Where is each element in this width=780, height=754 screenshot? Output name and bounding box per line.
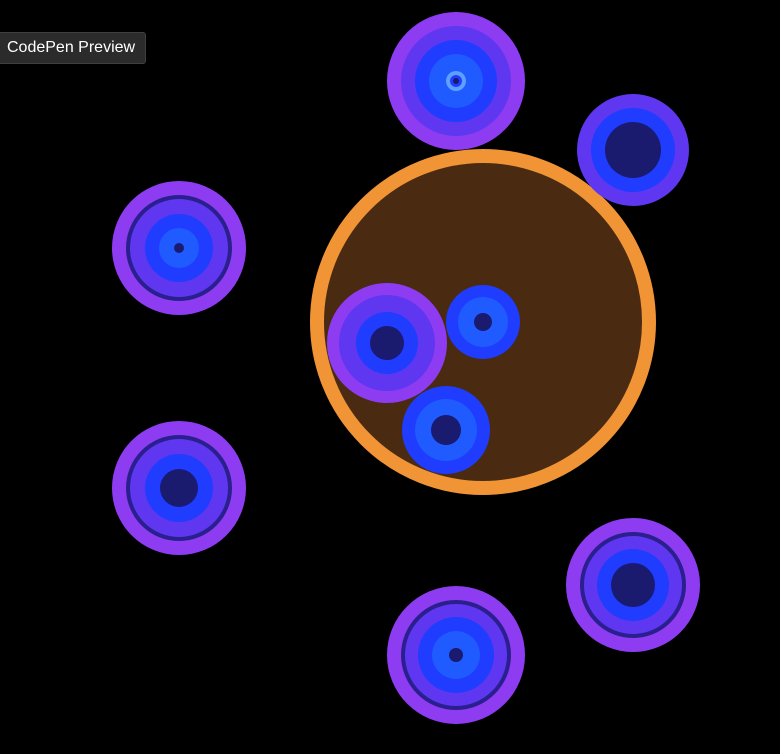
inner-circle-left[interactable]	[327, 283, 447, 403]
orbit-circle-left-lower[interactable]	[112, 421, 246, 555]
inner-circle-bottom[interactable]	[402, 386, 490, 474]
orbit-circle-top-right[interactable]	[577, 94, 689, 206]
codepen-preview-stage: CodePen Preview	[0, 0, 780, 754]
inner-circle-right[interactable]	[446, 285, 520, 359]
orbit-circle-left-upper[interactable]	[112, 181, 246, 315]
orbit-circle-top[interactable]	[387, 12, 525, 150]
circles-scene	[112, 12, 700, 724]
orbit-circle-bottom-right[interactable]	[566, 518, 700, 652]
orbit-circle-bottom[interactable]	[387, 586, 525, 724]
